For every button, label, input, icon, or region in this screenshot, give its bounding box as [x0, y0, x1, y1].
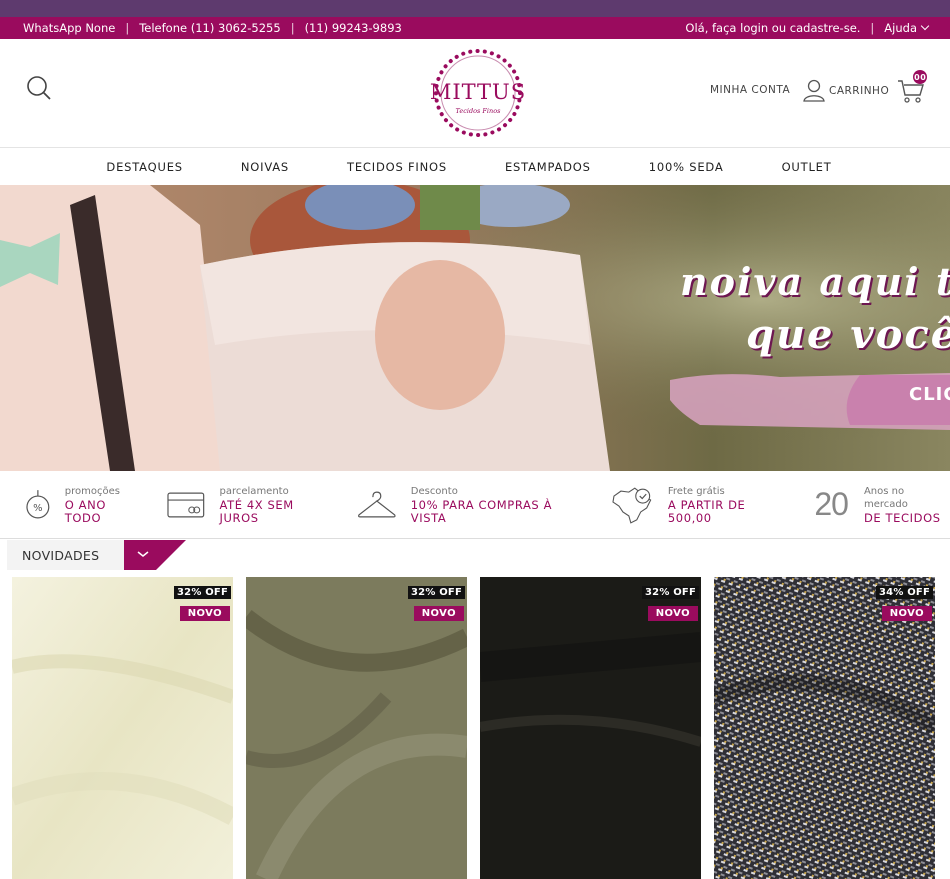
percent-icon: % — [26, 489, 50, 518]
cart-link[interactable]: CARRINHO 00 — [829, 70, 928, 104]
nav-noivas[interactable]: NOIVAS — [241, 160, 289, 174]
divider: | — [290, 21, 295, 35]
nav-seda[interactable]: 100% SEDA — [649, 160, 724, 174]
product-image — [246, 577, 467, 879]
novidades-section-header: NOVIDADES — [0, 540, 950, 570]
new-badge: NOVO — [647, 606, 698, 621]
account-link[interactable]: MINHA CONTA — [710, 78, 826, 102]
nav-estampados[interactable]: ESTAMPADOS — [505, 160, 591, 174]
feature-promocoes: % promoções O ANO TODO — [25, 485, 146, 525]
new-badge: NOVO — [179, 606, 230, 621]
divider: | — [870, 21, 875, 35]
feature-anos: 20 Anos no mercado DE TECIDOS — [814, 485, 950, 525]
nav-outlet[interactable]: OUTLET — [782, 160, 832, 174]
user-icon — [803, 79, 825, 102]
top-accent-bar — [0, 0, 950, 17]
site-logo[interactable]: MITTUS Tecidos Finos — [430, 47, 526, 139]
discount-badge: 34% OFF — [876, 586, 933, 599]
product-image — [12, 577, 233, 879]
product-grid: 32% OFF NOVO 32% OFF NOVO 32% OFF NOVO 3… — [12, 577, 935, 879]
discount-badge: 32% OFF — [408, 586, 465, 599]
product-card[interactable]: 32% OFF NOVO — [246, 577, 467, 879]
chevron-down-icon — [920, 21, 930, 31]
mobile-phone-link[interactable]: (11) 99243-9893 — [305, 21, 402, 35]
section-title: NOVIDADES — [7, 540, 124, 570]
hanger-icon — [358, 491, 396, 517]
site-header: MITTUS Tecidos Finos MINHA CONTA CARRINH… — [0, 39, 950, 148]
feature-desconto: Desconto 10% PARA COMPRAS À VISTA — [357, 485, 590, 525]
feature-small: promoções — [64, 485, 120, 497]
product-image — [480, 577, 701, 879]
product-image — [714, 577, 935, 879]
whatsapp-link[interactable]: WhatsApp None — [23, 21, 115, 35]
search-icon[interactable] — [26, 75, 52, 101]
main-nav: DESTAQUES NOIVAS TECIDOS FINOS ESTAMPADO… — [0, 148, 950, 185]
help-menu[interactable]: Ajuda — [884, 21, 930, 35]
new-badge: NOVO — [413, 606, 464, 621]
product-card[interactable]: 34% OFF NOVO — [714, 577, 935, 879]
login-link[interactable]: Olá, faça login ou cadastre-se. — [685, 21, 860, 35]
nav-destaques[interactable]: DESTAQUES — [106, 160, 182, 174]
feature-big: O ANO TODO — [64, 497, 106, 525]
feature-frete: Frete grátis A PARTIR DE 500,00 — [611, 485, 792, 525]
product-card[interactable]: 32% OFF NOVO — [480, 577, 701, 879]
hero-cta[interactable]: CLIC — [909, 384, 950, 405]
feature-big: ATÉ 4X SEM JUROS — [219, 497, 294, 525]
divider: | — [125, 21, 130, 35]
hero-banner[interactable]: noiva aqui t que você CLIC — [0, 185, 950, 471]
logo-name: MITTUS — [430, 80, 526, 104]
feature-big: A PARTIR DE 500,00 — [667, 497, 746, 525]
feature-small: parcelamento — [219, 485, 289, 497]
help-label: Ajuda — [884, 21, 917, 35]
phone-link[interactable]: Telefone (11) 3062-5255 — [139, 21, 280, 35]
feature-big: DE TECIDOS — [863, 510, 941, 525]
feature-small: Frete grátis — [667, 485, 725, 497]
feature-small: Anos no mercado — [863, 485, 908, 510]
feature-big: 10% PARA COMPRAS À VISTA — [410, 497, 553, 525]
hero-headline-1: noiva aqui t — [680, 259, 950, 304]
product-card[interactable]: 32% OFF NOVO — [12, 577, 233, 879]
svg-text:%: % — [33, 502, 42, 513]
section-toggle-button[interactable] — [124, 540, 186, 570]
feature-parcelamento: parcelamento ATÉ 4X SEM JUROS — [167, 485, 336, 525]
logo-tagline: Tecidos Finos — [456, 107, 502, 115]
years-count: 20 — [814, 486, 849, 522]
nav-tecidos-finos[interactable]: TECIDOS FINOS — [347, 160, 447, 174]
cart-label: CARRINHO — [829, 85, 890, 97]
top-info-bar: WhatsApp None | Telefone (11) 3062-5255 … — [0, 17, 950, 39]
account-label: MINHA CONTA — [710, 84, 791, 96]
hero-headline-2: que você — [746, 311, 950, 358]
feature-small: Desconto — [410, 485, 458, 497]
discount-badge: 32% OFF — [642, 586, 699, 599]
discount-badge: 32% OFF — [174, 586, 231, 599]
brazil-map-icon — [612, 486, 652, 524]
credit-card-icon — [167, 492, 205, 517]
features-bar: % promoções O ANO TODO parcelamento ATÉ … — [0, 471, 950, 539]
new-badge: NOVO — [881, 606, 932, 621]
